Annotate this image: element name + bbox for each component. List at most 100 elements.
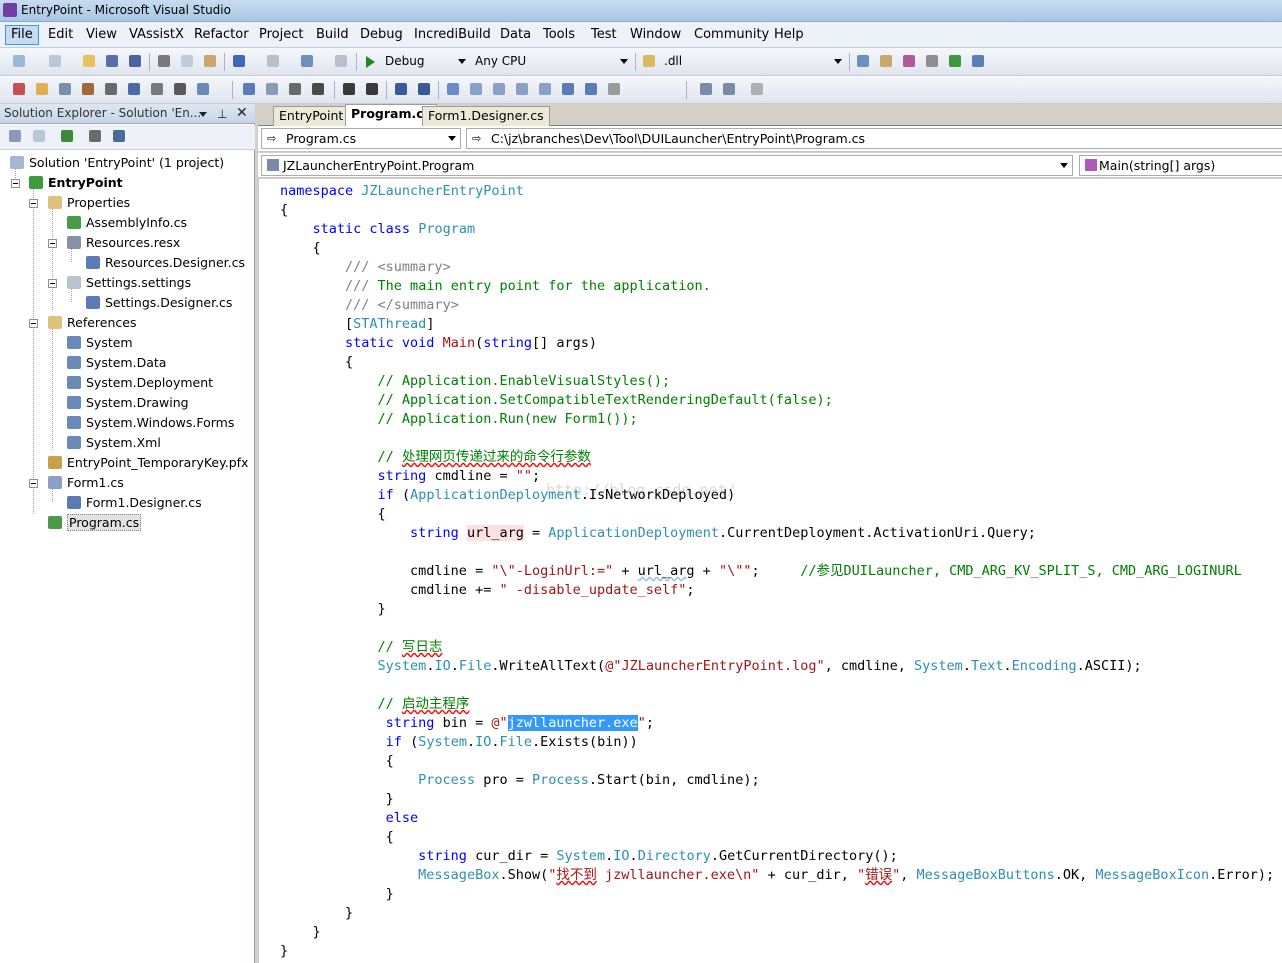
collapse-entrypoint-toggle[interactable] <box>11 179 20 188</box>
build-settings-icon[interactable] <box>56 81 74 98</box>
reference-node[interactable]: System.Data <box>67 354 166 372</box>
collapse-references-toggle[interactable] <box>29 319 38 328</box>
reference-node[interactable]: System.Windows.Forms <box>67 414 234 432</box>
open-file-solution-icon[interactable] <box>102 81 120 98</box>
properties-icon[interactable] <box>6 128 24 145</box>
clear-bookmarks-icon[interactable] <box>605 81 623 98</box>
cut-icon[interactable] <box>155 53 173 70</box>
assemblyinfo-node[interactable]: AssemblyInfo.cs <box>67 214 187 232</box>
find-in-files-icon[interactable] <box>640 53 658 70</box>
solution-explorer-icon[interactable] <box>854 53 872 70</box>
comment-lines-icon[interactable] <box>392 81 410 98</box>
start-debugging-icon[interactable] <box>366 56 375 68</box>
solution-platform-combo[interactable]: Any CPU <box>471 53 631 72</box>
menu-test[interactable]: Test <box>586 25 622 45</box>
menu-data[interactable]: Data <box>495 25 536 45</box>
command-window-icon[interactable] <box>969 53 987 70</box>
new-project-icon[interactable] <box>10 53 28 70</box>
file-combo[interactable]: ⇨ Program.cs <box>261 128 461 149</box>
redo-icon[interactable] <box>264 53 282 70</box>
complete-word-icon[interactable] <box>309 81 327 98</box>
menu-refactor[interactable]: Refactor <box>189 25 254 45</box>
menu-edit[interactable]: Edit <box>43 25 78 45</box>
program-cs-node[interactable]: Program.cs <box>48 514 142 532</box>
tab-order-icon[interactable] <box>697 81 715 98</box>
navigate-backward-icon[interactable] <box>298 53 316 70</box>
previous-bookmark-folder-icon[interactable] <box>513 81 531 98</box>
spell-check-icon[interactable] <box>171 81 189 98</box>
vassist-options-icon[interactable] <box>194 81 212 98</box>
object-browser-icon[interactable] <box>900 53 918 70</box>
toolbox-icon[interactable] <box>923 53 941 70</box>
refresh-icon[interactable] <box>58 128 76 145</box>
list-methods-icon[interactable] <box>148 81 166 98</box>
save-icon[interactable] <box>103 53 121 70</box>
solution-configuration-combo[interactable]: Debug <box>381 53 469 72</box>
show-all-files-icon[interactable] <box>30 128 48 145</box>
display-object-member-list-icon[interactable] <box>240 81 258 98</box>
resources-resx-node[interactable]: Resources.resx <box>67 234 180 252</box>
resources-designer-node[interactable]: Resources.Designer.cs <box>86 254 245 272</box>
reference-node[interactable]: System.Xml <box>67 434 161 452</box>
path-box[interactable]: ⇨ C:\jz\branches\Dev\Tool\DUILauncher\En… <box>466 128 1282 149</box>
view-class-diagram-icon[interactable] <box>110 128 128 145</box>
pfx-key-node[interactable]: EntryPoint_TemporaryKey.pfx <box>48 454 248 472</box>
pin-icon[interactable]: ⊥ <box>217 107 227 121</box>
settings-designer-node[interactable]: Settings.Designer.cs <box>86 294 232 312</box>
start-page-icon[interactable] <box>946 53 964 70</box>
menu-debug[interactable]: Debug <box>355 25 408 45</box>
parameter-info-icon[interactable] <box>263 81 281 98</box>
quick-info-icon[interactable] <box>286 81 304 98</box>
reference-node[interactable]: System.Drawing <box>67 394 189 412</box>
increase-indent-icon[interactable] <box>363 81 381 98</box>
format-icon[interactable] <box>748 81 766 98</box>
form1-node[interactable]: Form1.cs <box>48 474 124 492</box>
menu-help[interactable]: Help <box>769 25 809 45</box>
copy-icon[interactable] <box>178 53 196 70</box>
collapse-form1-toggle[interactable] <box>29 479 38 488</box>
view-code-icon[interactable] <box>86 128 104 145</box>
menu-window[interactable]: Window <box>625 25 686 45</box>
collapse-resources-toggle[interactable] <box>48 239 57 248</box>
open-file-icon[interactable] <box>80 53 98 70</box>
project-node[interactable]: EntryPoint <box>29 174 123 192</box>
previous-bookmark-icon[interactable] <box>467 81 485 98</box>
menu-build[interactable]: Build <box>311 25 354 45</box>
properties-window-icon[interactable] <box>877 53 895 70</box>
uncomment-lines-icon[interactable] <box>415 81 433 98</box>
find-symbol-icon[interactable] <box>125 81 143 98</box>
menu-community[interactable]: Community <box>689 25 774 45</box>
add-item-icon[interactable] <box>46 53 64 70</box>
build-icon[interactable] <box>10 81 28 98</box>
menu-incredibuild[interactable]: IncrediBuild <box>409 25 496 45</box>
tab-form1-designer[interactable]: Form1.Designer.cs <box>422 106 550 126</box>
tab-entrypoint[interactable]: EntryPoint <box>273 106 350 126</box>
type-combo[interactable]: JZLauncherEntryPoint.Program <box>261 155 1073 176</box>
menu-project[interactable]: Project <box>254 25 308 45</box>
undo-icon[interactable] <box>230 53 248 70</box>
window-position-dropdown-icon[interactable] <box>199 112 207 117</box>
menu-file[interactable]: File <box>5 25 39 45</box>
rebuild-icon[interactable] <box>33 81 51 98</box>
form1-designer-node[interactable]: Form1.Designer.cs <box>67 494 202 512</box>
properties-node[interactable]: Properties <box>48 194 130 212</box>
find-combo[interactable]: .dll <box>660 53 845 72</box>
collapse-settings-toggle[interactable] <box>48 279 57 288</box>
menu-tools[interactable]: Tools <box>538 25 580 45</box>
settings-node[interactable]: Settings.settings <box>67 274 191 292</box>
reference-node[interactable]: System <box>67 334 133 352</box>
references-node[interactable]: References <box>48 314 136 332</box>
code-editor[interactable]: http://blog.csdn.net/ namespace JZLaunch… <box>258 179 1282 963</box>
next-bookmark-document-icon[interactable] <box>582 81 600 98</box>
toggle-bookmark-icon[interactable] <box>444 81 462 98</box>
solution-node[interactable]: Solution 'EntryPoint' (1 project) <box>10 154 224 172</box>
collapse-properties-toggle[interactable] <box>29 199 38 208</box>
next-bookmark-icon[interactable] <box>490 81 508 98</box>
member-combo[interactable]: Main(string[] args) <box>1079 155 1282 176</box>
reference-node[interactable]: System.Deployment <box>67 374 213 392</box>
previous-bookmark-document-icon[interactable] <box>559 81 577 98</box>
paste-icon[interactable] <box>201 53 219 70</box>
save-all-icon[interactable] <box>126 53 144 70</box>
class-view-icon[interactable] <box>79 81 97 98</box>
navigate-forward-icon[interactable] <box>332 53 350 70</box>
